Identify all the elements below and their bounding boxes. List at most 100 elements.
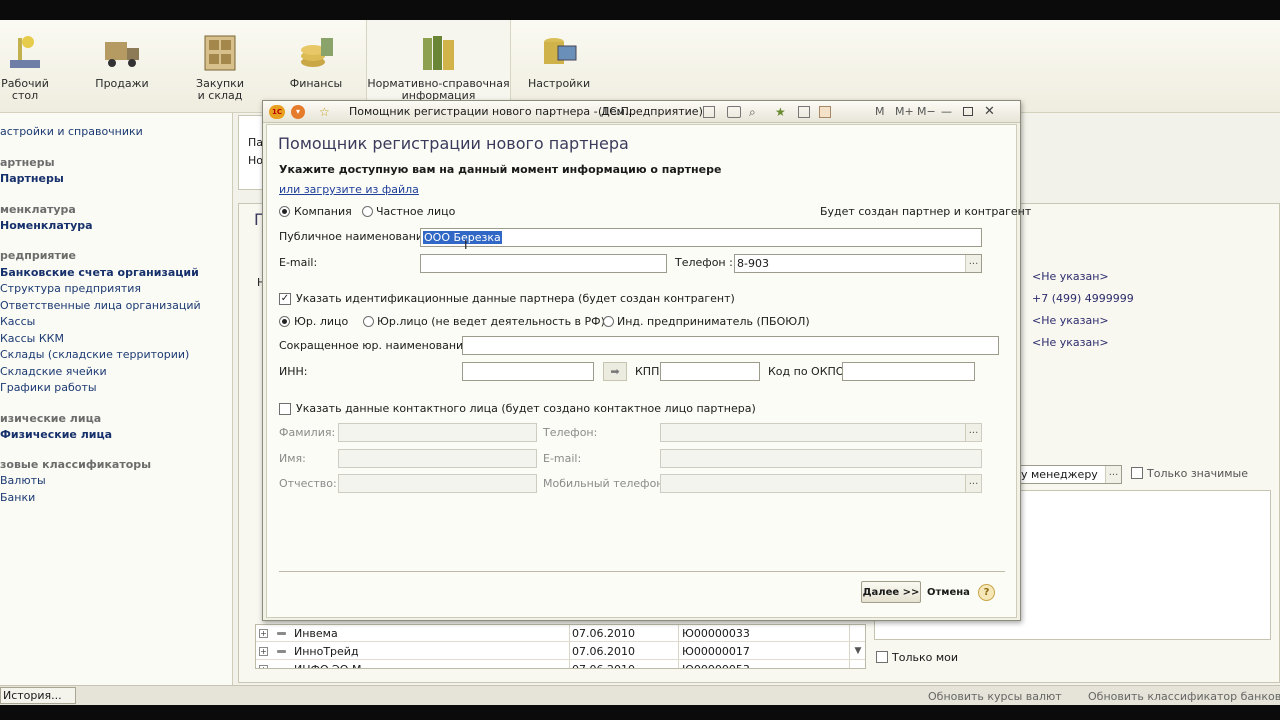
nav-item-schedules[interactable]: Графики работы — [0, 381, 97, 395]
calendar-icon[interactable] — [819, 106, 831, 118]
load-from-file-link[interactable]: или загрузите из файла — [279, 183, 419, 197]
inn-label: ИНН: — [279, 365, 308, 378]
first-name-input[interactable] — [338, 449, 537, 468]
nav-item-warehouses[interactable]: Склады (складские территории) — [0, 348, 189, 362]
legal-inactive-radio[interactable] — [363, 316, 374, 327]
section-sales[interactable]: Продажи — [92, 20, 152, 112]
section-finance[interactable]: Финансы — [285, 20, 347, 112]
legal-inactive-label: Юр.лицо (не ведет деятельность в РФ) — [377, 315, 605, 328]
phone-input[interactable]: 8-903 ... — [734, 254, 982, 273]
contact-phone-label: Телефон: — [543, 426, 598, 439]
table-row[interactable]: + ИНФО ЭО М 07.06.2010 Ю00000053 — [256, 661, 865, 669]
table-scroll-down-icon[interactable]: ▼ — [851, 646, 865, 666]
inn-input[interactable] — [462, 362, 594, 381]
contact-phone-input[interactable]: ... — [660, 423, 982, 442]
status-bar: Обновить курсы валют Обновить классифика… — [0, 685, 1280, 705]
nav-group-partners: артнеры — [0, 156, 55, 169]
nav-item-cash[interactable]: Кассы — [0, 315, 35, 329]
kpp-input[interactable] — [660, 362, 760, 381]
print-icon[interactable] — [727, 106, 741, 118]
surname-label: Фамилия: — [279, 426, 336, 439]
history-button[interactable]: История... — [0, 687, 76, 704]
section-purchases[interactable]: Закупки и склад — [190, 20, 250, 112]
nav-item-nomenclature[interactable]: Номенклатура — [0, 219, 93, 233]
item-icon — [277, 632, 286, 635]
manager-filter-select-button[interactable]: ... — [1105, 466, 1121, 483]
dialog-heading: Помощник регистрации нового партнера — [278, 134, 629, 153]
calculator-icon[interactable] — [798, 106, 810, 118]
maximize-icon[interactable] — [963, 107, 973, 116]
nav-header[interactable]: астройки и справочники — [0, 125, 143, 139]
dialog-title-bar[interactable]: 1С ▾ ☆ Помощник регистрации нового партн… — [263, 101, 1020, 123]
only-mine-label: Только мои — [892, 651, 959, 664]
nav-item-banks[interactable]: Банки — [0, 491, 35, 505]
nav-item-individuals[interactable]: Физические лица — [0, 428, 112, 442]
manager-filter-input[interactable]: у менеджеру ... — [1018, 465, 1122, 484]
settings-computer-icon — [544, 38, 577, 64]
add-favorite-icon[interactable]: ★ — [775, 101, 786, 123]
expand-icon[interactable]: + — [259, 665, 268, 668]
only-significant-checkbox[interactable] — [1131, 467, 1143, 479]
item-icon — [277, 668, 286, 669]
legal-entity-radio[interactable] — [279, 316, 290, 327]
nav-item-responsible[interactable]: Ответственные лица организаций — [0, 299, 201, 313]
nav-item-cells[interactable]: Складские ячейки — [0, 365, 107, 379]
favorite-star-icon[interactable]: ☆ — [319, 101, 330, 123]
truck-icon — [105, 42, 139, 67]
nav-item-bank-accounts[interactable]: Банковские счета организаций — [0, 266, 199, 280]
inn-lookup-arrow-icon[interactable]: ➡ — [603, 362, 627, 381]
memory-minus-icon[interactable]: M− — [917, 101, 936, 123]
next-button[interactable]: Далее >> — [861, 581, 921, 603]
bottom-black-bar — [0, 705, 1280, 720]
preview-icon[interactable]: ⌕ — [749, 101, 756, 123]
short-name-input[interactable] — [462, 336, 999, 355]
close-icon[interactable]: ✕ — [984, 101, 995, 123]
individual-radio[interactable] — [603, 316, 614, 327]
mobile-phone-select-button[interactable]: ... — [965, 475, 981, 492]
nav-item-partners[interactable]: Партнеры — [0, 172, 64, 186]
update-rates-link[interactable]: Обновить курсы валют — [928, 690, 1062, 704]
id-data-checkbox[interactable]: ✓ — [279, 293, 291, 305]
private-person-radio[interactable] — [362, 206, 373, 217]
patronymic-label: Отчество: — [279, 477, 337, 490]
left-navigation: астройки и справочники артнеры Партнеры … — [0, 113, 233, 685]
mobile-phone-input[interactable]: ... — [660, 474, 982, 493]
section-settings[interactable]: Настройки — [528, 20, 590, 112]
item-icon — [277, 650, 286, 653]
table-row[interactable]: + Инвема 07.06.2010 Ю00000033 — [256, 625, 865, 642]
short-name-label: Сокращенное юр. наименование: — [279, 339, 474, 352]
table-row[interactable]: + ИнноТрейд 07.06.2010 Ю00000017 — [256, 643, 865, 660]
email-input[interactable] — [420, 254, 667, 273]
contact-person-checkbox[interactable] — [279, 403, 291, 415]
save-icon[interactable] — [703, 106, 715, 118]
nav-item-currencies[interactable]: Валюты — [0, 474, 46, 488]
phone-select-button[interactable]: ... — [965, 255, 981, 272]
only-significant-label: Только значимые — [1147, 467, 1249, 480]
surname-input[interactable] — [338, 423, 537, 442]
expand-icon[interactable]: + — [259, 629, 268, 638]
company-radio[interactable] — [279, 206, 290, 217]
new-partner-wizard-dialog: 1С ▾ ☆ Помощник регистрации нового партн… — [262, 100, 1031, 621]
dropdown-icon[interactable]: ▾ — [291, 105, 305, 119]
section-desktop[interactable]: Рабочий стол — [0, 20, 50, 112]
nav-item-structure[interactable]: Структура предприятия — [0, 282, 141, 296]
app-logo-icon[interactable]: 1С — [269, 105, 285, 119]
update-classifier-link[interactable]: Обновить классификатор банков — [1088, 690, 1280, 704]
memory-m-icon[interactable]: M — [875, 101, 885, 123]
section-reference-info[interactable]: Нормативно-справочная информация — [366, 20, 511, 112]
okpo-input[interactable] — [842, 362, 975, 381]
nav-item-kkm[interactable]: Кассы ККМ — [0, 332, 64, 346]
id-data-label: Указать идентификационные данные партнер… — [296, 292, 735, 305]
minimize-icon[interactable]: — — [941, 101, 952, 123]
help-icon[interactable]: ? — [978, 584, 995, 601]
coins-icon — [301, 38, 333, 67]
company-label: Компания — [294, 205, 352, 218]
memory-plus-icon[interactable]: M+ — [895, 101, 914, 123]
cancel-button[interactable]: Отмена — [927, 586, 970, 600]
expand-icon[interactable]: + — [259, 647, 268, 656]
patronymic-input[interactable] — [338, 474, 537, 493]
public-name-input[interactable]: ООО Березка — [420, 228, 982, 247]
only-mine-checkbox[interactable] — [876, 651, 888, 663]
contact-phone-select-button[interactable]: ... — [965, 424, 981, 441]
contact-email-input[interactable] — [660, 449, 982, 468]
